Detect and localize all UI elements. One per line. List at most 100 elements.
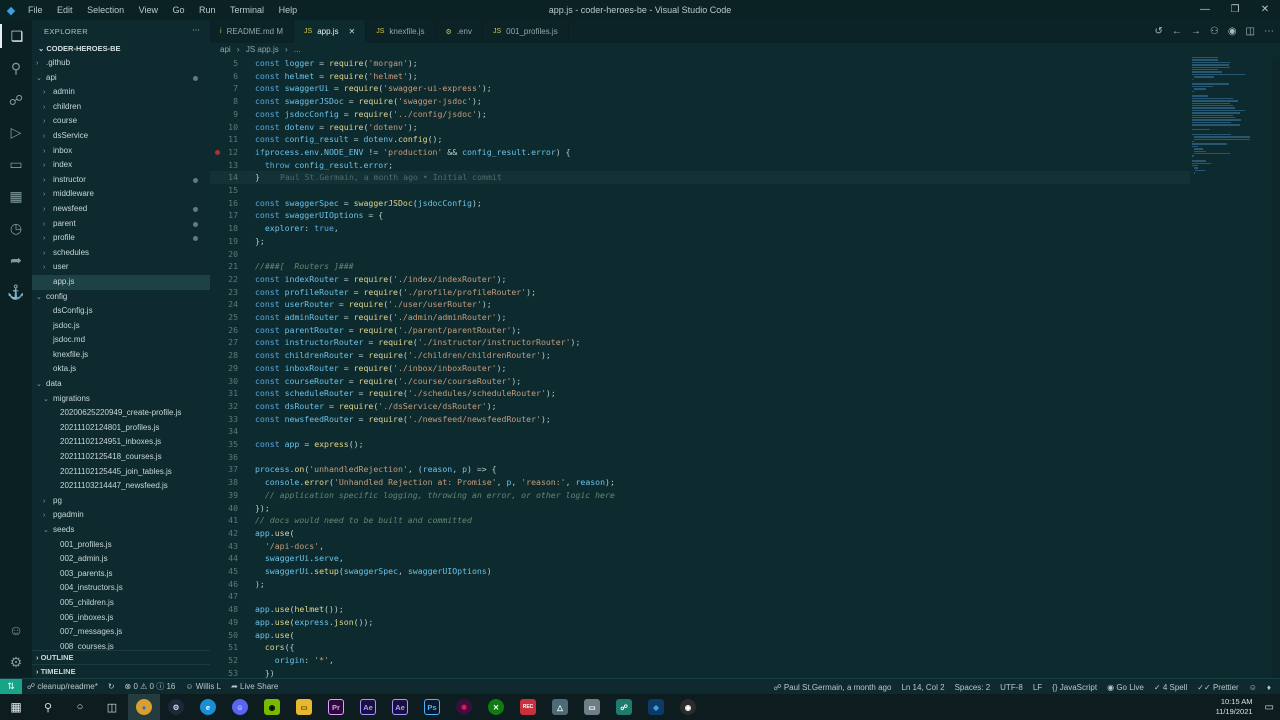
tree-folder[interactable]: › pgadmin [32, 508, 210, 523]
windows-start-icon[interactable]: ▦ [0, 694, 32, 720]
editor-tab[interactable]: ⚙ .env [436, 20, 483, 43]
live-share-status[interactable]: ➦ Live Share [231, 682, 278, 691]
slack-icon[interactable]: ✱ [448, 694, 480, 720]
code-line[interactable]: 29 const inboxRouter = require('./inbox/i… [210, 362, 1190, 375]
code-line[interactable]: 25 const adminRouter = require('./admin/a… [210, 311, 1190, 324]
account-status[interactable]: ☺ Willis L [185, 682, 221, 691]
code-line[interactable]: 21 //###[ Routers ]### [210, 260, 1190, 273]
code-line[interactable]: 26 const parentRouter = require('./parent… [210, 324, 1190, 337]
tree-file[interactable]: knexfile.js [32, 348, 210, 363]
tree-folder[interactable]: › pg [32, 494, 210, 509]
tree-folder[interactable]: › course [32, 114, 210, 129]
tree-file[interactable]: jsdoc.js [32, 319, 210, 334]
code-line[interactable]: 48 app.use(helmet()); [210, 603, 1190, 616]
spell-status[interactable]: ✓ 4 Spell [1154, 683, 1187, 692]
code-editor[interactable]: 5 const logger = require('morgan'); 6 const… [210, 57, 1190, 678]
code-line[interactable]: 39 // application specific logging, thro… [210, 489, 1190, 502]
restore-icon[interactable]: ❐ [1220, 0, 1250, 20]
code-line[interactable]: 16 const swaggerSpec = swaggerJSDoc(jsdoc… [210, 197, 1190, 210]
code-line[interactable]: 52 origin: '*', [210, 654, 1190, 667]
tree-folder[interactable]: ⌄ api [32, 71, 210, 86]
tree-folder[interactable]: › instructor [32, 173, 210, 188]
code-line[interactable]: 35 const app = express(); [210, 438, 1190, 451]
tree-folder[interactable]: › index [32, 158, 210, 173]
menu-go[interactable]: Go [172, 5, 184, 15]
cursor-position[interactable]: Ln 14, Col 2 [901, 683, 944, 692]
tree-file[interactable]: 003_parents.js [32, 567, 210, 582]
code-line[interactable]: 7 const swaggerUi = require('swagger-ui-e… [210, 82, 1190, 95]
problems-status[interactable]: ⊗ 0 ⚠ 0 ⓘ 16 [125, 681, 176, 692]
code-line[interactable]: 37 process.on('unhandledRejection', (reas… [210, 463, 1190, 476]
feedback-icon[interactable]: ☺ [1249, 683, 1257, 692]
indentation[interactable]: Spaces: 2 [955, 683, 991, 692]
code-line[interactable]: 43 '/api-docs', [210, 540, 1190, 553]
notifications-icon[interactable]: ♦ [1267, 683, 1271, 692]
breakpoint-icon[interactable] [215, 149, 220, 155]
code-line[interactable]: 40}); [210, 502, 1190, 515]
tree-folder[interactable]: › parent [32, 217, 210, 232]
history-icon[interactable]: ↺ [1154, 26, 1162, 37]
code-line[interactable]: 6 const helmet = require('helmet'); [210, 70, 1190, 83]
timeline-icon[interactable]: ◷ [0, 216, 32, 240]
tree-file[interactable]: okta.js [32, 362, 210, 377]
menu-run[interactable]: Run [199, 5, 216, 15]
code-line[interactable]: 18 explorer: true, [210, 222, 1190, 235]
tree-folder[interactable]: › schedules [32, 246, 210, 261]
code-line[interactable]: 19}; [210, 235, 1190, 248]
close-icon[interactable]: ✕ [1250, 0, 1280, 20]
code-line[interactable]: 20 [210, 248, 1190, 261]
tree-file[interactable]: 005_children.js [32, 596, 210, 611]
clock[interactable]: 10:15 AM 11/19/2021 [1216, 697, 1253, 717]
timeline-section[interactable]: › TIMELINE [32, 664, 210, 678]
code-line[interactable]: 14} Paul St.Germain, a month ago • Initia… [210, 171, 1190, 184]
remote-explorer-icon[interactable]: ▭ [0, 152, 32, 176]
remote-indicator-icon[interactable]: ⇅ [0, 678, 22, 695]
menu-help[interactable]: Help [279, 5, 298, 15]
obs-icon[interactable]: ◉ [672, 694, 704, 720]
code-line[interactable]: 34 [210, 425, 1190, 438]
photoshop-icon[interactable]: Ps [416, 694, 448, 720]
menu-file[interactable]: File [28, 5, 43, 15]
cortana-icon[interactable]: ○ [64, 694, 96, 720]
editor-tab[interactable]: i README.md M [210, 20, 295, 43]
xbox-icon[interactable]: ✕ [480, 694, 512, 720]
extensions-icon[interactable]: ▦ [0, 184, 32, 208]
tree-folder[interactable]: ⌄ seeds [32, 523, 210, 538]
tree-file[interactable]: 20200625220949_create-profile.js [32, 406, 210, 421]
editor-tab[interactable]: JS 001_profiles.js [483, 20, 569, 43]
code-line[interactable]: 12 ifprocess.env.NODE_ENV != 'production'… [210, 146, 1190, 159]
tree-file[interactable]: 20211103214447_newsfeed.js [32, 479, 210, 494]
discord-icon[interactable]: ☺ [224, 694, 256, 720]
editor-tab[interactable]: JS app.js ✕ [294, 20, 367, 43]
terminal-icon[interactable]: ▭ [576, 694, 608, 720]
code-line[interactable]: 11 const config_result = dotenv.config(); [210, 133, 1190, 146]
editor-scrollbar[interactable] [1272, 57, 1280, 678]
code-line[interactable]: 10 const dotenv = require('dotenv'); [210, 121, 1190, 134]
code-line[interactable]: 32 const dsRouter = require('./dsService/… [210, 400, 1190, 413]
code-line[interactable]: 30 const courseRouter = require('./course… [210, 375, 1190, 388]
code-line[interactable]: 42 app.use( [210, 527, 1190, 540]
tree-folder[interactable]: › user [32, 260, 210, 275]
prettier-status[interactable]: ✓✓ Prettier [1197, 683, 1238, 692]
after-effects-icon[interactable]: Ae [352, 694, 384, 720]
code-line[interactable]: 49 app.use(express.json()); [210, 616, 1190, 629]
menu-selection[interactable]: Selection [87, 5, 124, 15]
steam-icon[interactable]: ⚙ [160, 694, 192, 720]
blame-status[interactable]: ☍ Paul St.Germain, a month ago [773, 683, 891, 692]
vscode-icon[interactable]: ◆ [640, 694, 672, 720]
go-live-status[interactable]: ◉ Go Live [1107, 683, 1144, 692]
search-icon[interactable]: ⚲ [32, 694, 64, 720]
tree-folder[interactable]: ⌄ config [32, 290, 210, 305]
tree-folder[interactable]: › profile [32, 231, 210, 246]
sync-icon[interactable]: ↻ [108, 682, 115, 691]
tree-file[interactable]: dsConfig.js [32, 304, 210, 319]
code-line[interactable]: 23 const profileRouter = require('./profi… [210, 286, 1190, 299]
tab-close-icon[interactable]: ✕ [349, 27, 356, 36]
tree-file[interactable]: 20211102124951_inboxes.js [32, 435, 210, 450]
search-icon[interactable]: ⚲ [0, 56, 32, 80]
gitkraken-icon[interactable]: ☍ [608, 694, 640, 720]
encoding[interactable]: UTF-8 [1000, 683, 1023, 692]
code-line[interactable]: 15 [210, 184, 1190, 197]
code-line[interactable]: 53 }) [210, 667, 1190, 678]
tree-file[interactable]: 006_inboxes.js [32, 611, 210, 626]
